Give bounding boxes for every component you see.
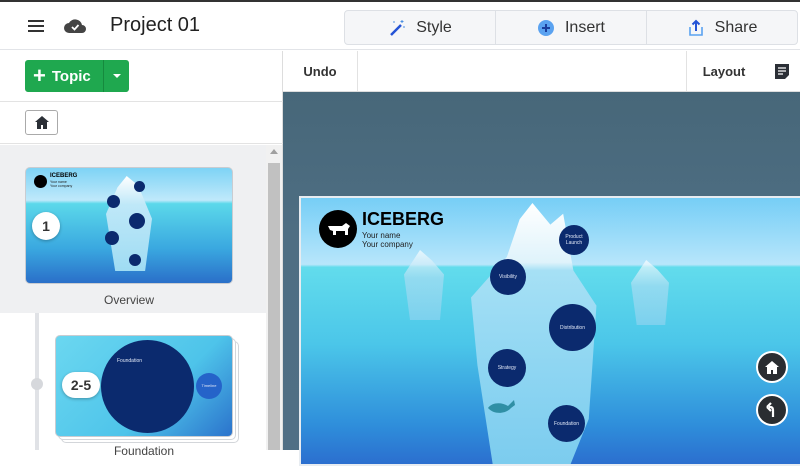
topic-distribution[interactable]: Distribution <box>549 304 596 351</box>
thumb-topic-circle <box>129 213 145 229</box>
top-toolbar: Style Insert Share <box>344 10 798 45</box>
style-button[interactable]: Style <box>345 11 496 44</box>
magic-wand-icon <box>390 19 405 36</box>
caret-down-icon <box>112 74 121 78</box>
insert-label: Insert <box>564 18 605 36</box>
home-nav-button[interactable] <box>756 351 788 383</box>
thumb-topic-circle <box>107 195 120 208</box>
slide-company: Your company <box>362 240 413 249</box>
plus-circle-icon <box>537 19 554 36</box>
slide-title: ICEBERG <box>362 209 445 229</box>
topic-label-foundation[interactable]: Foundation <box>55 444 233 458</box>
slide-author-name: Your name <box>362 231 401 240</box>
whale-icon <box>488 400 515 413</box>
iceberg-slide[interactable]: ICEBERG Your name Your company Product L… <box>299 196 800 466</box>
topic-number-badge: 1 <box>32 212 60 240</box>
thumb-topic-circle <box>129 254 141 266</box>
app-header: Project 01 Style Insert Share <box>0 2 800 50</box>
home-icon <box>765 360 779 374</box>
plus-icon: + <box>33 63 46 88</box>
polar-bear-logo <box>34 175 47 188</box>
topic-label-overview[interactable]: Overview <box>25 293 233 307</box>
topic-sidebar: + Topic ICEBERG Your name Your company 1 … <box>0 51 283 458</box>
edit-toolbar: Undo Layout <box>283 51 800 92</box>
sidebar-scrollbar[interactable] <box>266 145 282 450</box>
thumb-foundation-circle: Foundation <box>101 340 194 433</box>
layout-button[interactable]: Layout <box>686 51 761 91</box>
distant-iceberg <box>631 260 669 325</box>
hamburger-menu-icon[interactable] <box>28 20 44 32</box>
share-upload-icon <box>688 19 703 36</box>
topic-strategy[interactable]: Strategy <box>488 349 526 387</box>
topic-visibility[interactable]: Visibility <box>490 259 526 295</box>
topic-dropdown-toggle[interactable] <box>104 74 129 78</box>
thumb-title: ICEBERG <box>50 173 78 179</box>
topic-product-launch[interactable]: Product Launch <box>559 225 589 255</box>
home-button[interactable] <box>25 110 58 135</box>
topic-foundation[interactable]: Foundation <box>548 405 585 442</box>
undo-button[interactable]: Undo <box>283 51 358 91</box>
thumb-company: Your company <box>50 184 73 188</box>
back-nav-button[interactable] <box>756 394 788 426</box>
style-label: Style <box>416 18 452 36</box>
timeline-dot <box>31 378 43 390</box>
scrollbar-thumb[interactable] <box>268 163 280 450</box>
polar-bear-icon <box>328 223 350 235</box>
notes-icon[interactable] <box>775 64 789 79</box>
home-icon <box>34 116 49 129</box>
divider <box>0 143 283 144</box>
polar-bear-logo <box>319 210 357 248</box>
insert-button[interactable]: Insert <box>496 11 647 44</box>
add-topic-button[interactable]: + Topic <box>25 60 129 92</box>
cloud-saved-icon <box>64 19 86 33</box>
share-button[interactable]: Share <box>647 11 797 44</box>
share-label: Share <box>714 18 758 36</box>
topic-label: Topic <box>51 67 91 85</box>
divider <box>0 101 283 102</box>
topic-number-badge: 2-5 <box>62 372 100 398</box>
thumb-topic-circle <box>134 181 145 192</box>
back-arrow-icon <box>766 402 775 417</box>
distant-iceberg <box>404 250 444 320</box>
scroll-up-arrow-icon[interactable] <box>270 149 278 154</box>
thumb-timeline-circle: Timeline <box>196 373 222 399</box>
project-title[interactable]: Project 01 <box>110 14 200 37</box>
thumb-topic-circle <box>105 231 119 245</box>
